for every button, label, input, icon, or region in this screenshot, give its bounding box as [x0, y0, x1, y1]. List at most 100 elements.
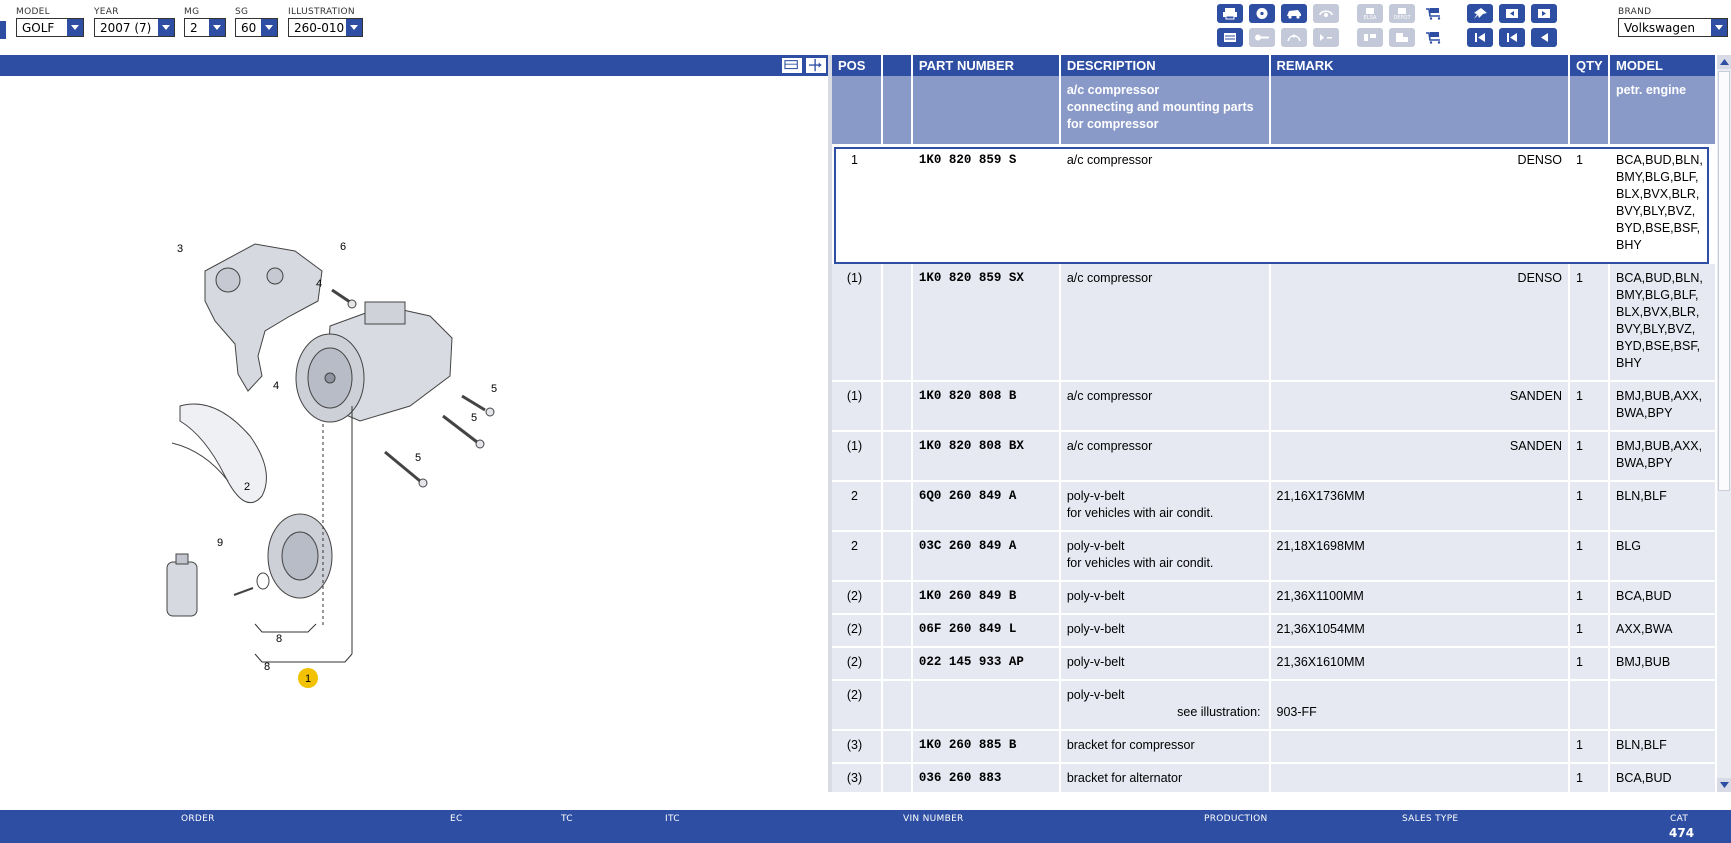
table-row[interactable]: 2 03C 260 849 A poly-v-belt for vehicles wi…: [832, 531, 1717, 582]
chevron-down-icon[interactable]: [67, 19, 83, 36]
cart-icon: [1426, 8, 1441, 20]
previous-button[interactable]: [1499, 28, 1525, 47]
description-line: poly-v-belt: [1066, 655, 1125, 669]
callout-5[interactable]: 5: [471, 412, 477, 424]
table-row[interactable]: 1 1K0 820 859 Sa/c compressor DENSO 1 BCA,BU…: [832, 145, 1717, 264]
cd-button[interactable]: [1249, 4, 1275, 23]
callout-5[interactable]: 5: [491, 383, 497, 395]
cell-pos: (2): [832, 680, 883, 731]
scroll-up-button[interactable]: [1717, 55, 1731, 69]
list-button[interactable]: [1217, 28, 1243, 47]
table-row[interactable]: 2 6Q0 260 849 A poly-v-belt for vehicles wi…: [832, 481, 1717, 532]
model-code-line: BYD,BSE,BSF,: [1615, 221, 1701, 235]
back-button[interactable]: [1531, 28, 1557, 47]
chevron-down-icon[interactable]: [1711, 19, 1727, 36]
dealer-button[interactable]: [1389, 28, 1415, 47]
step-back-icon: [1507, 33, 1517, 42]
chevron-down-icon[interactable]: [261, 19, 277, 36]
cell-model: BLN,BLF: [1608, 481, 1717, 532]
elsa-button[interactable]: ELSA: [1357, 4, 1383, 23]
cell-part-number: 1K0 820 808 BX: [911, 431, 1061, 482]
callout-5[interactable]: 5: [415, 452, 421, 464]
chevron-down-icon[interactable]: [209, 19, 225, 36]
cell-model: BMJ,BUB: [1608, 647, 1717, 681]
table-row[interactable]: (2) 022 145 933 AP poly-v-belt 21,36X1610MM…: [832, 647, 1717, 681]
callout-8[interactable]: 8: [276, 633, 282, 645]
cell-model: BMJ,BUB,AXX, BWA,BPY: [1608, 431, 1717, 482]
cell-model: BCA,BUD,BLN, BMY,BLG,BLF, BLX,BVX,BLR, BVY,…: [1608, 145, 1717, 264]
callout-4[interactable]: 4: [316, 278, 322, 290]
tool-button[interactable]: [1281, 28, 1307, 47]
model-code-line: BCA,BUD: [1615, 771, 1672, 785]
col-marker[interactable]: [881, 55, 913, 76]
table-row[interactable]: (3) 1K0 260 885 B bracket for compressor 1 B…: [832, 730, 1717, 764]
mg-select[interactable]: 2: [184, 18, 226, 37]
cell-part-number: 022 145 933 AP: [911, 647, 1061, 681]
callout-2[interactable]: 2: [244, 481, 250, 493]
table-row[interactable]: (3) 036 260 883 bracket for alternator 1 BCA…: [832, 763, 1717, 792]
cell-qty: 1: [1569, 647, 1610, 681]
cell-model: BCA,BUD,BLN, BMY,BLG,BLF, BLX,BVX,BLR, BVY,…: [1608, 263, 1717, 382]
layout-icon: [784, 60, 798, 70]
cell-qty: 1: [1569, 614, 1610, 648]
parts-table-panel: POS PART NUMBER DESCRIPTION REMARK QTY M…: [832, 55, 1717, 792]
pin-button[interactable]: [1467, 4, 1493, 23]
prev-page-button[interactable]: [1499, 4, 1525, 23]
tool-icon: [1287, 34, 1301, 42]
table-row[interactable]: (2) 1K0 260 849 B poly-v-belt 21,36X1100MM 1…: [832, 581, 1717, 615]
model-code-line: BHY: [1615, 356, 1642, 370]
depot-button[interactable]: DEPOT: [1389, 4, 1415, 23]
year-select[interactable]: 2007 (7): [94, 18, 175, 37]
scroll-down-button[interactable]: [1717, 778, 1731, 792]
callout-4[interactable]: 4: [273, 380, 279, 392]
cell-qty: 1: [1569, 730, 1610, 764]
next-page-button[interactable]: [1531, 4, 1557, 23]
model-select[interactable]: GOLF: [16, 18, 84, 37]
first-button[interactable]: [1467, 28, 1493, 47]
vertical-scrollbar[interactable]: [1717, 55, 1731, 792]
chevron-down-icon[interactable]: [158, 19, 174, 36]
col-pos[interactable]: POS: [832, 55, 883, 76]
left-edge-tab[interactable]: [0, 21, 6, 39]
model-code-line: BLX,BVX,BLR,: [1615, 187, 1700, 201]
col-remark[interactable]: REMARK: [1269, 55, 1571, 76]
table-row[interactable]: (2) 06F 260 849 L poly-v-belt 21,36X1054MM 1…: [832, 614, 1717, 648]
scroll-thumb[interactable]: [1718, 71, 1730, 491]
illustration-select[interactable]: 260-010: [288, 18, 363, 37]
parts-illustration[interactable]: 3 6 4 4 5 5 5 2 9 8 8 1: [0, 76, 828, 792]
callout-6[interactable]: 6: [340, 241, 346, 253]
device-button[interactable]: [1357, 28, 1383, 47]
col-part-number[interactable]: PART NUMBER: [911, 55, 1061, 76]
key-button[interactable]: [1249, 28, 1275, 47]
table-row[interactable]: (1) 1K0 820 859 SX a/c compressor DENSO 1 BCA…: [832, 263, 1717, 382]
callout-3[interactable]: 3: [177, 243, 183, 255]
chevron-down-icon: [1719, 782, 1729, 788]
pan-button[interactable]: [805, 57, 827, 74]
vehicle-button[interactable]: [1281, 4, 1307, 23]
cart-button[interactable]: [1421, 4, 1447, 23]
callout-1[interactable]: 1: [305, 673, 311, 685]
page-forward-icon: [1538, 9, 1550, 18]
cart-add-button[interactable]: [1421, 28, 1447, 47]
sales-type-label: SALES TYPE: [1402, 814, 1459, 824]
cell-marker: [881, 581, 913, 615]
printer-icon: [1223, 8, 1237, 20]
cell-marker: [881, 263, 913, 382]
illustration-link[interactable]: 903-FF: [1277, 705, 1317, 719]
col-qty[interactable]: QTY: [1569, 55, 1610, 76]
callout-9[interactable]: 9: [217, 537, 223, 549]
table-row[interactable]: (1) 1K0 820 808 Ba/c compressor SANDEN 1 BMJ…: [832, 381, 1717, 432]
callout-8[interactable]: 8: [264, 661, 270, 673]
table-row[interactable]: (2) poly-v-belt see illustration: 903-FF: [832, 680, 1717, 731]
split-view-button[interactable]: [781, 57, 803, 74]
col-description[interactable]: DESCRIPTION: [1059, 55, 1271, 76]
brand-select[interactable]: Volkswagen: [1618, 18, 1728, 37]
print-button[interactable]: [1217, 4, 1243, 23]
chevron-down-icon[interactable]: [346, 19, 362, 36]
engine-button[interactable]: [1313, 4, 1339, 23]
col-model[interactable]: MODEL: [1608, 55, 1717, 76]
sg-select[interactable]: 60: [235, 18, 278, 37]
forward-dash-button[interactable]: [1313, 28, 1339, 47]
model-code-line: BLX,BVX,BLR,: [1615, 305, 1700, 319]
table-row[interactable]: (1) 1K0 820 808 BX a/c compressor SANDEN 1 BM…: [832, 431, 1717, 482]
